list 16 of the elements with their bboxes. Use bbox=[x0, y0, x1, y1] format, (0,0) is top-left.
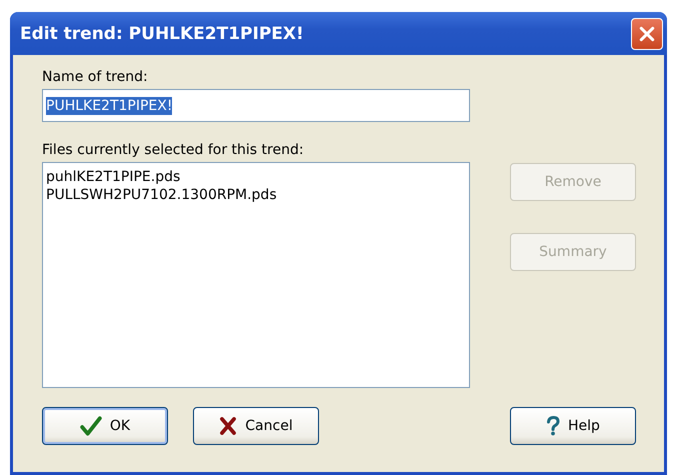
checkmark-icon bbox=[80, 416, 102, 436]
field-label: Name of trend: bbox=[42, 69, 149, 85]
field-value: PUHLKE2T1PIPEX! bbox=[46, 96, 172, 114]
ok-button[interactable]: OK bbox=[42, 407, 168, 445]
x-mark-icon bbox=[219, 416, 238, 436]
window-title: Edit trend: PUHLKE2T1PIPEX! bbox=[20, 24, 304, 44]
file-item[interactable]: PULLSWH2PU7102.1300RPM.pds bbox=[46, 187, 466, 203]
list-label: Files currently selected for this trend: bbox=[42, 142, 305, 158]
file-list[interactable]: puhlKE2T1PIPE.pds PULLSWH2PU7102.1300RPM.pds bbox=[42, 162, 470, 388]
cancel-button[interactable]: Cancel bbox=[193, 407, 319, 445]
file-item[interactable]: puhlKE2T1PIPE.pds bbox=[46, 169, 466, 185]
question-mark-icon bbox=[546, 415, 560, 437]
help-button[interactable]: Help bbox=[510, 407, 636, 445]
name-input-field[interactable]: PUHLKE2T1PIPEX! bbox=[42, 89, 470, 122]
close-icon bbox=[639, 26, 655, 42]
close-button[interactable] bbox=[631, 18, 663, 50]
